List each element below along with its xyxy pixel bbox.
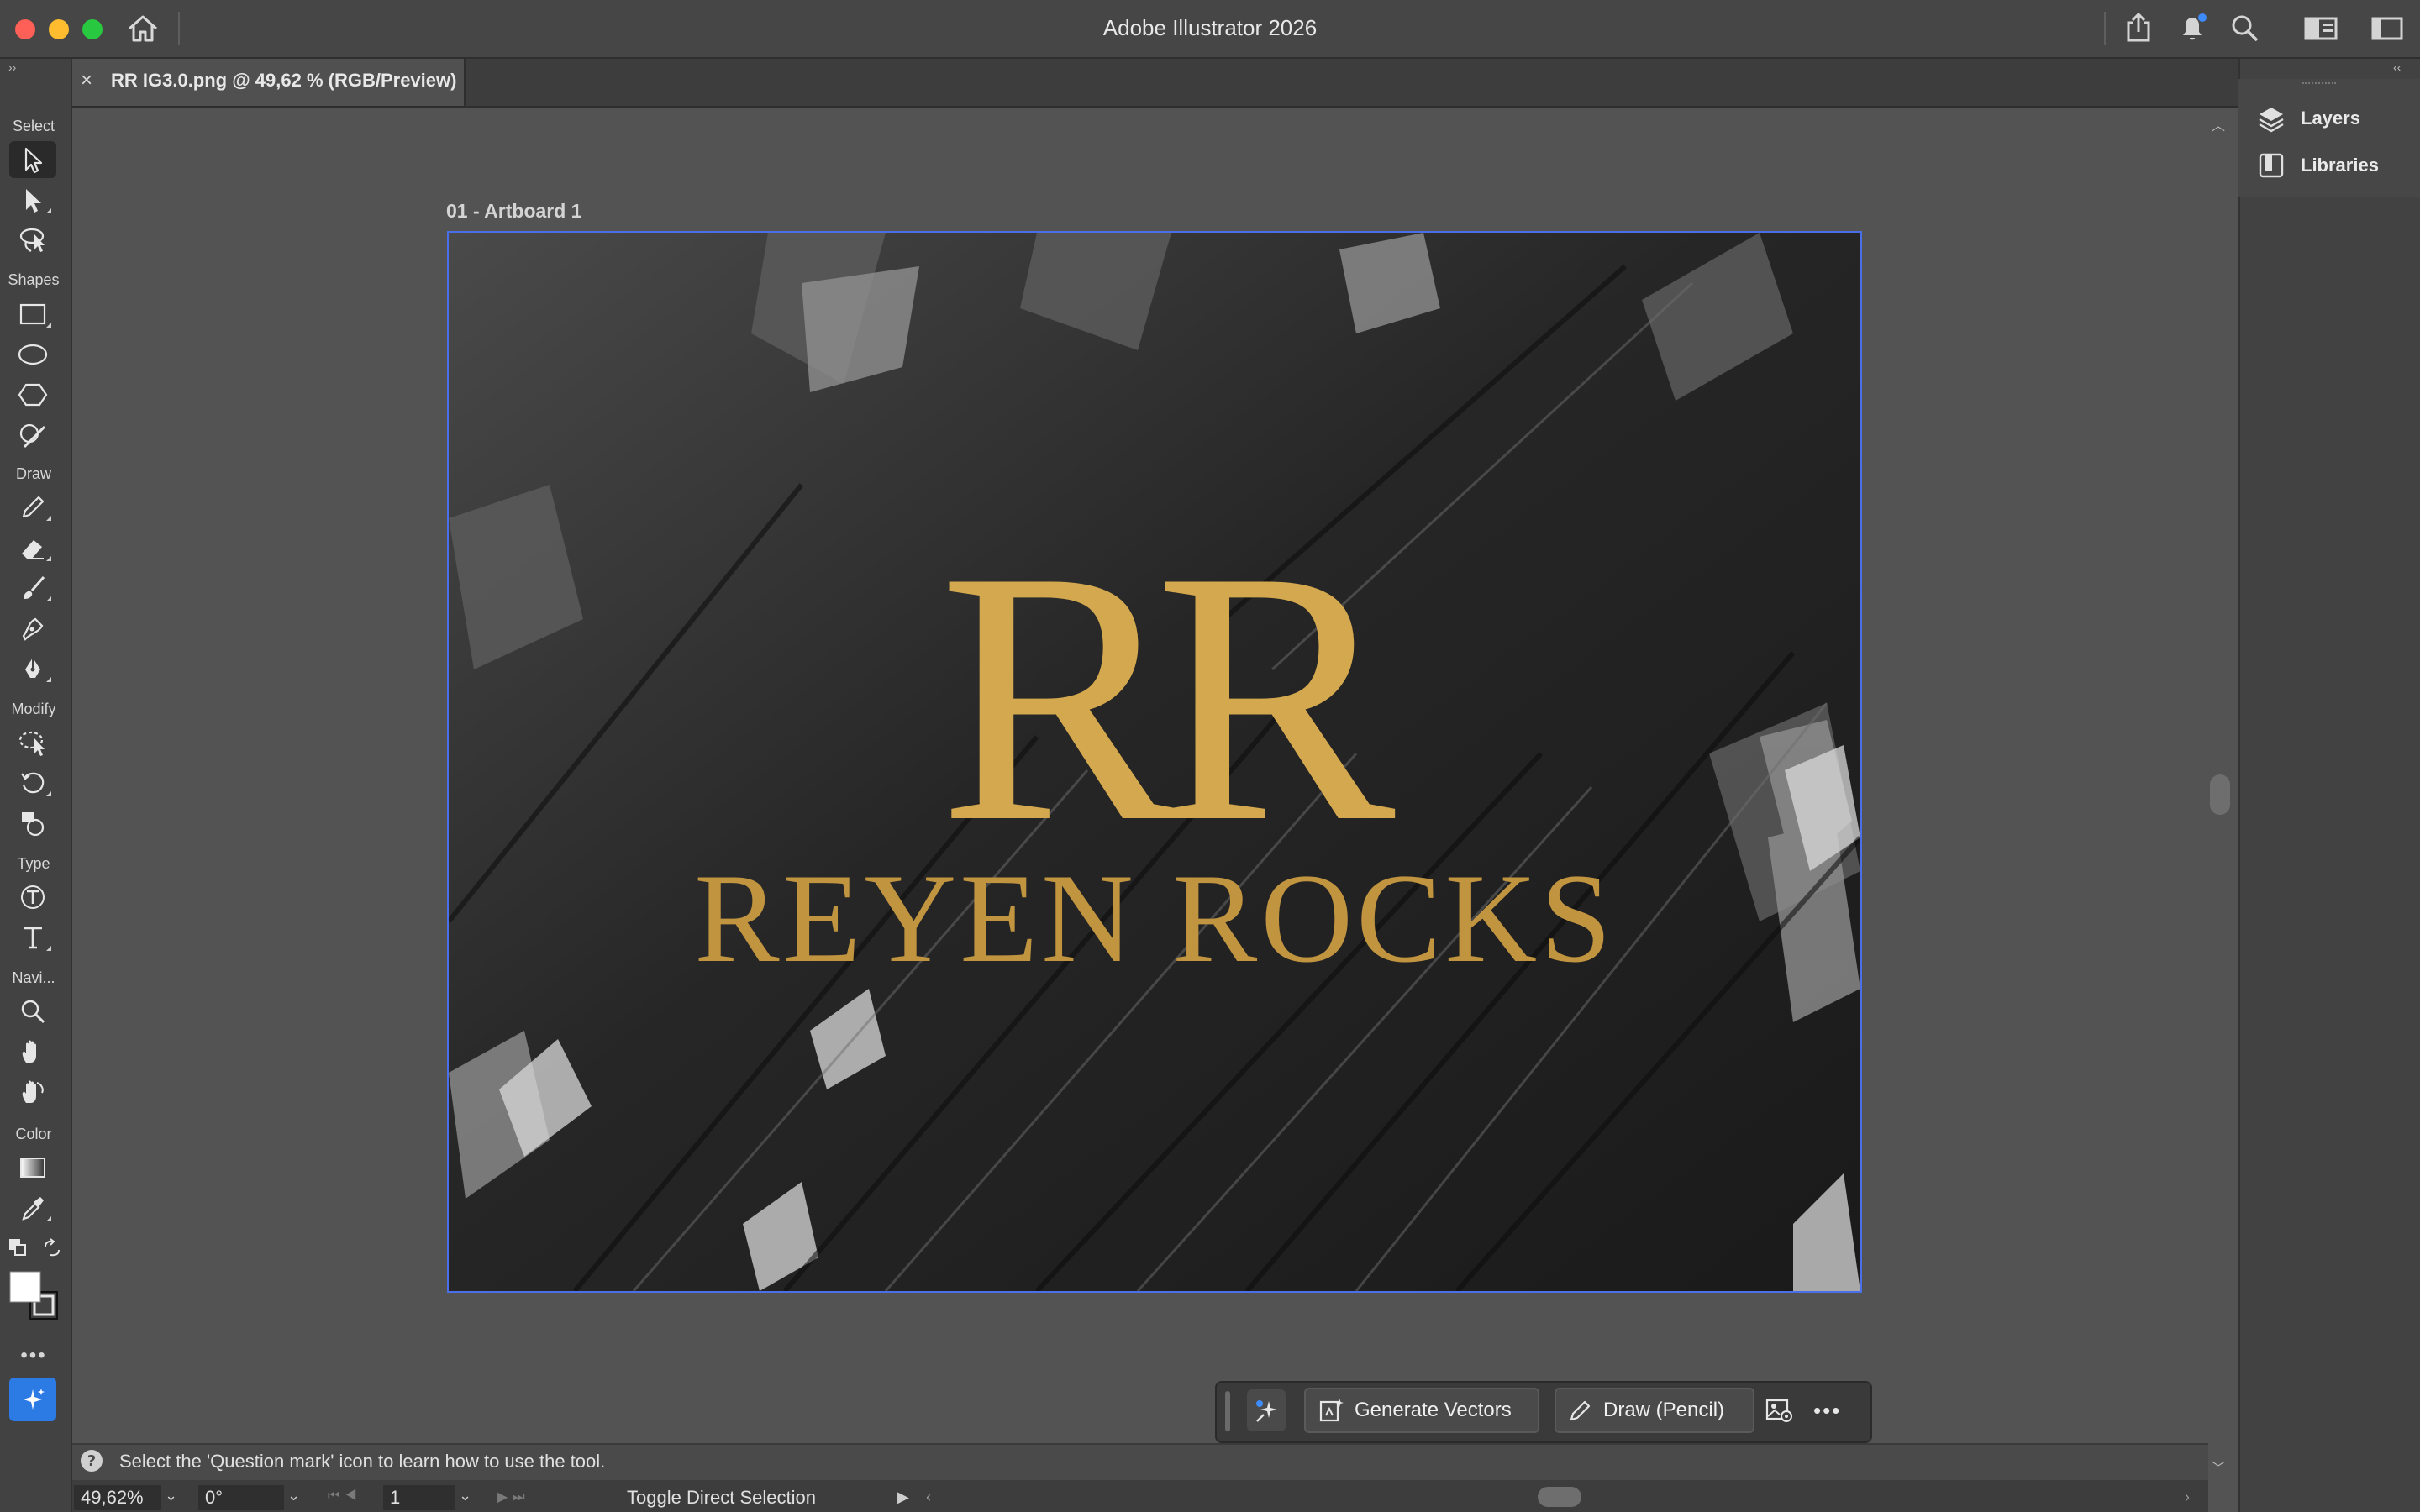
libraries-icon xyxy=(2259,153,2284,178)
generate-vectors-button[interactable]: Generate Vectors xyxy=(1304,1388,1539,1433)
tool-group-select-label: Select xyxy=(12,118,55,134)
gradient-tool[interactable] xyxy=(9,1149,56,1186)
scroll-right-icon[interactable]: › xyxy=(2185,1488,2190,1506)
curvature-tool[interactable] xyxy=(9,610,56,647)
libraries-panel-label: Libraries xyxy=(2301,155,2379,176)
hint-text: Select the 'Question mark' icon to learn… xyxy=(119,1451,606,1472)
layers-panel-label: Layers xyxy=(2301,108,2360,129)
more-tools-button[interactable]: ••• xyxy=(0,1344,67,1368)
title-separator-right xyxy=(2104,12,2106,45)
taskbar-ai-icon[interactable] xyxy=(1247,1389,1286,1431)
wordmark-logo: REYEN ROCKS xyxy=(694,848,1615,989)
direct-selection-tool[interactable] xyxy=(9,181,56,218)
monogram-logo: RR xyxy=(939,497,1396,897)
rectangle-tool[interactable] xyxy=(9,296,56,333)
workspace-switcher-icon[interactable] xyxy=(2304,15,2338,42)
zoom-level-field[interactable]: 49,62% xyxy=(74,1485,161,1510)
layers-icon xyxy=(2259,108,2284,133)
notifications-bell-icon[interactable] xyxy=(2176,12,2210,45)
artboard-number-field[interactable]: 1 xyxy=(383,1485,455,1510)
search-icon[interactable] xyxy=(2228,12,2262,45)
layers-panel-button[interactable]: Layers xyxy=(2257,99,2360,138)
tool-group-type-label: Type xyxy=(17,855,50,872)
tool-group-navigate-label: Navi... xyxy=(12,969,55,986)
collapse-toolbar-icon[interactable]: ›› xyxy=(8,60,16,74)
svg-text:?: ? xyxy=(87,1452,96,1470)
ellipse-tool[interactable] xyxy=(9,336,56,373)
shaper-tool[interactable] xyxy=(9,417,56,454)
generative-ai-button[interactable] xyxy=(9,1378,56,1421)
question-mark-icon[interactable]: ? xyxy=(79,1448,104,1473)
artboard-label[interactable]: 01 - Artboard 1 xyxy=(446,200,581,223)
lasso-tool[interactable] xyxy=(9,222,56,259)
panel-toggle-icon[interactable] xyxy=(2371,15,2405,42)
tool-group-draw-label: Draw xyxy=(15,465,51,482)
scroll-left-icon[interactable]: ‹ xyxy=(926,1488,931,1506)
image-settings-icon[interactable] xyxy=(1765,1396,1795,1425)
swap-fill-stroke-icon[interactable] xyxy=(42,1238,62,1258)
taskbar-more-button[interactable]: ••• xyxy=(1813,1398,1841,1424)
rotate-tool[interactable] xyxy=(9,764,56,801)
status-menu-arrow-icon[interactable]: ▶ xyxy=(897,1488,909,1506)
tool-group-color-label: Color xyxy=(15,1126,52,1142)
pencil-icon xyxy=(1570,1400,1591,1421)
shape-builder-tool[interactable] xyxy=(9,724,56,761)
close-tab-icon[interactable]: × xyxy=(81,69,92,92)
share-icon[interactable] xyxy=(2123,12,2154,44)
scale-tool[interactable] xyxy=(9,805,56,842)
collapse-panels-icon[interactable]: ‹‹ xyxy=(2393,60,2401,74)
fill-stroke-swatch[interactable] xyxy=(8,1270,60,1322)
right-panel-dock xyxy=(2238,59,2420,1512)
scroll-up-icon[interactable]: ︿ xyxy=(2212,114,2225,134)
pencil-tool[interactable] xyxy=(9,489,56,526)
rotate-view-tool[interactable] xyxy=(9,1074,56,1110)
horizontal-scroll-thumb[interactable] xyxy=(1538,1487,1581,1507)
eraser-tool[interactable] xyxy=(9,529,56,566)
document-tab-title[interactable]: RR IG3.0.png @ 49,62 % (RGB/Preview) xyxy=(111,70,456,92)
app-title: Adobe Illustrator 2026 xyxy=(1102,15,1318,40)
scroll-down-icon[interactable]: ﹀ xyxy=(2212,1457,2225,1477)
polygon-tool[interactable] xyxy=(9,376,56,413)
default-fill-stroke-icon[interactable] xyxy=(8,1238,27,1257)
type-tool[interactable] xyxy=(9,919,56,956)
libraries-panel-button[interactable]: Libraries xyxy=(2257,146,2379,185)
status-tool-label: Toggle Direct Selection xyxy=(627,1487,817,1508)
tool-group-shapes-label: Shapes xyxy=(8,271,60,288)
draw-pencil-button[interactable]: Draw (Pencil) xyxy=(1555,1388,1754,1433)
type-on-path-tool[interactable] xyxy=(9,879,56,916)
artboard-dropdown-chevron-icon[interactable]: ⌄ xyxy=(459,1487,471,1504)
selection-tool[interactable] xyxy=(9,141,56,178)
hand-tool[interactable] xyxy=(9,1033,56,1070)
draw-pencil-label: Draw (Pencil) xyxy=(1603,1399,1725,1421)
taskbar-drag-handle[interactable] xyxy=(1225,1391,1230,1431)
paintbrush-tool[interactable] xyxy=(9,570,56,606)
tool-group-modify-label: Modify xyxy=(11,701,56,717)
eyedropper-tool[interactable] xyxy=(9,1189,56,1226)
panel-grip[interactable] xyxy=(2302,82,2336,87)
generate-vectors-label: Generate Vectors xyxy=(1355,1399,1512,1421)
rotation-dropdown-chevron-icon[interactable]: ⌄ xyxy=(287,1487,300,1504)
zoom-tool[interactable] xyxy=(9,993,56,1030)
generate-vectors-icon xyxy=(1319,1399,1344,1422)
artboard[interactable]: RR REYEN ROCKS xyxy=(447,231,1862,1293)
next-last-artboard-icons[interactable]: ▶⏭ xyxy=(497,1488,530,1505)
rotation-field[interactable]: 0° xyxy=(198,1485,284,1510)
pen-tool[interactable] xyxy=(9,650,56,687)
first-prev-artboard-icons[interactable]: ⏮◀ xyxy=(328,1488,362,1504)
vertical-scroll-thumb[interactable] xyxy=(2210,774,2230,815)
zoom-dropdown-chevron-icon[interactable]: ⌄ xyxy=(165,1487,177,1504)
